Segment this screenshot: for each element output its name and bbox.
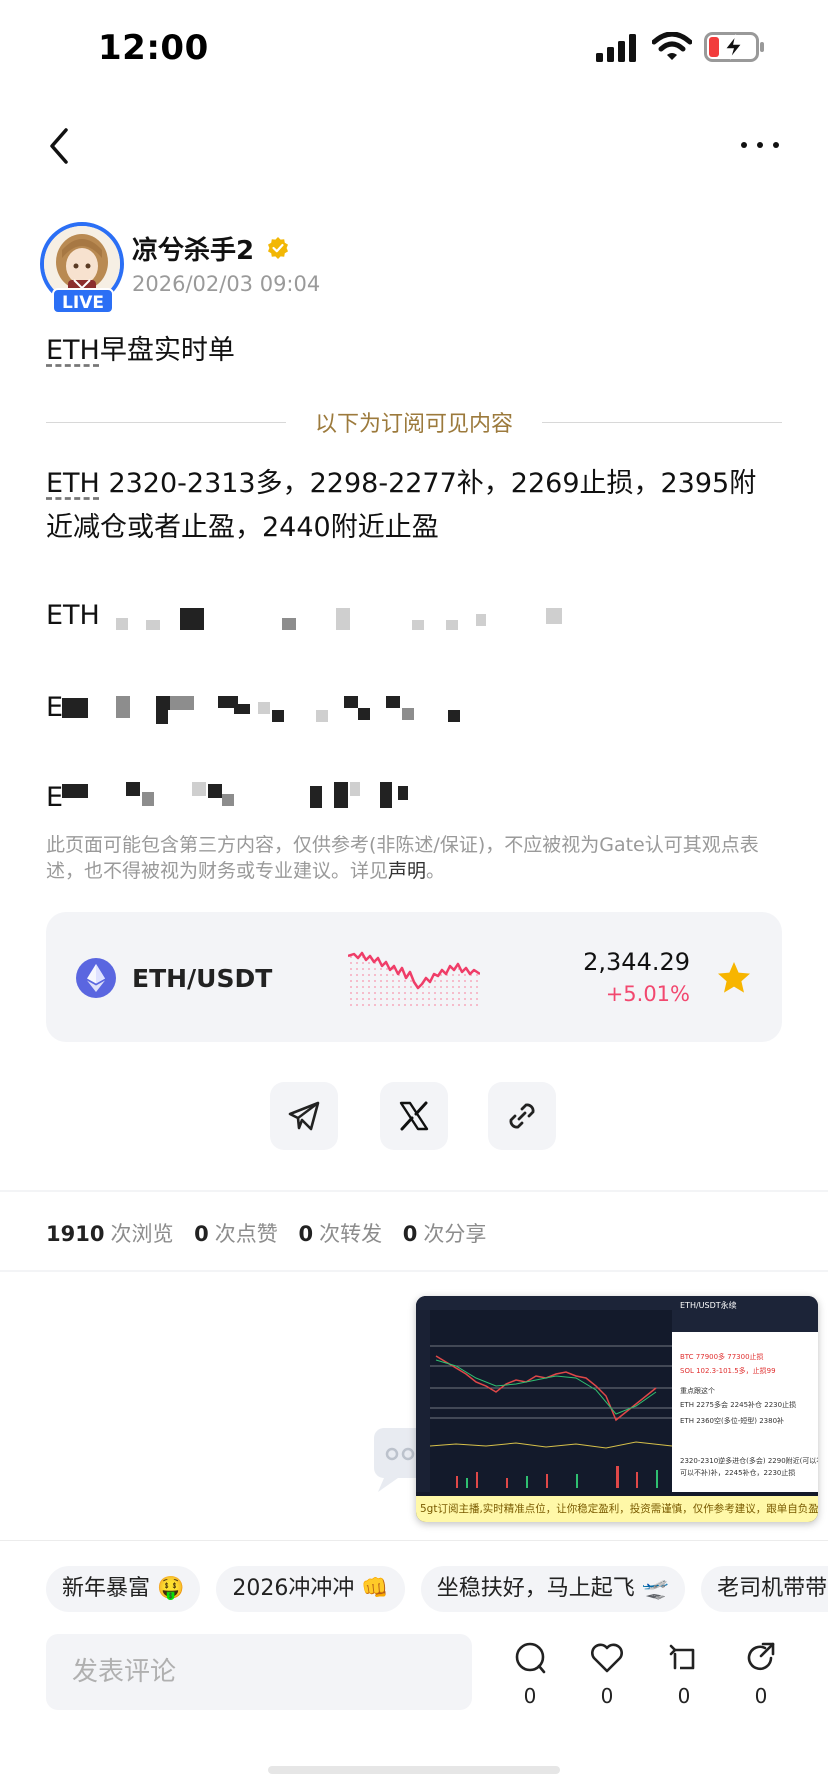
repost-button[interactable]: 0 [659, 1640, 709, 1720]
post-date: 2026/02/03 09:04 [132, 272, 321, 296]
wifi-icon [652, 32, 692, 60]
blurred-line-prefix: E [46, 782, 64, 813]
video-pair-title: ETH/USDT永续 [680, 1301, 737, 1310]
divider-line-right [542, 422, 782, 423]
bottom-bar-divider [0, 1540, 828, 1541]
link-icon [509, 1103, 535, 1129]
favorite-star-icon[interactable] [716, 960, 752, 996]
post-content: ETH 2320-2313多，2298-2277补，2269止损，2395附近减… [46, 462, 782, 550]
heart-icon [591, 1643, 623, 1673]
repost-count: 0 [677, 1684, 691, 1708]
cellular-signal-icon [596, 34, 636, 62]
status-bar: 12:00 [0, 0, 828, 100]
price-sparkline [348, 951, 480, 1008]
home-indicator [268, 1766, 560, 1774]
video-notes-panel: BTC 77900多 77300止损 SOL 102.3-101.5多，止损99… [672, 1332, 818, 1492]
telegram-icon [288, 1101, 320, 1131]
status-time: 12:00 [98, 28, 209, 68]
post-stats: 1910 次浏览 0 次点赞 0 次转发 0 次分享 [46, 1218, 500, 1248]
x-icon [399, 1101, 429, 1131]
stat-likes: 0 次点赞 [194, 1222, 278, 1246]
share-x-button[interactable] [380, 1082, 448, 1150]
live-badge: LIVE [52, 288, 114, 314]
title-ticker-term[interactable]: ETH [46, 335, 100, 366]
comment-count: 0 [523, 1684, 537, 1708]
video-caption: 5gt订阅主播,实时精准点位，让你稳定盈利，投资需谨慎，仅作参考建议，跟单自负盈… [416, 1496, 818, 1522]
author-name[interactable]: 凉兮杀手2 [132, 230, 254, 267]
verified-badge-icon [268, 237, 288, 259]
chip-quick-reply[interactable]: 坐稳扶好，马上起飞 🛫 [420, 1566, 686, 1612]
content-ticker-term[interactable]: ETH [46, 468, 100, 499]
like-count: 0 [600, 1684, 614, 1708]
blurred-line-2: E [46, 692, 606, 726]
comment-icon [515, 1642, 546, 1674]
blurred-line-1: ETH [46, 600, 606, 634]
share-row [270, 1082, 560, 1152]
ethereum-icon [76, 958, 116, 998]
ticker-price: 2,344.29 [583, 948, 690, 976]
video-chart-thumbnail [416, 1296, 672, 1492]
stat-reposts: 0 次转发 [298, 1222, 383, 1246]
more-options-icon[interactable] [738, 130, 782, 160]
like-button[interactable]: 0 [582, 1640, 632, 1720]
blurred-line-prefix: E [46, 692, 64, 723]
blurred-line-3: E [46, 782, 606, 816]
stat-shares: 0 次分享 [402, 1222, 487, 1246]
blurred-line-prefix: ETH [46, 600, 100, 631]
post-title: ETH早盘实时单 [46, 328, 235, 367]
share-link-button[interactable] [488, 1082, 556, 1150]
ticker-change: +5.01% [605, 982, 690, 1006]
section-divider-2 [0, 1270, 828, 1272]
chip-quick-reply[interactable]: 老司机带带我 [701, 1566, 828, 1612]
subscriber-divider: 以下为订阅可见内容 [46, 404, 782, 440]
title-text: 早盘实时单 [99, 335, 235, 366]
share-telegram-button[interactable] [270, 1082, 338, 1150]
ticker-symbol: ETH/USDT [132, 964, 273, 993]
disclaimer: 此页面可能包含第三方内容，仅供参考(非陈述/保证)，不应被视为Gate认可其观点… [46, 832, 776, 884]
share-count: 0 [754, 1684, 768, 1708]
live-video-preview[interactable]: ETH/USDT永续 BTC 77900多 77300止损 SOL 102.3-… [416, 1296, 818, 1522]
battery-charging-icon [704, 32, 764, 62]
quick-reply-chips: 新年暴富 🤑 2026冲冲冲 👊 坐稳扶好，马上起飞 🛫 老司机带带我 [46, 1566, 828, 1612]
back-icon[interactable] [42, 124, 78, 168]
content-text: 2320-2313多，2298-2277补，2269止损，2395附近减仓或者止… [46, 468, 757, 543]
section-divider [0, 1190, 828, 1192]
ticker-card[interactable]: ETH/USDT 2,344.29 +5.01% [46, 912, 782, 1042]
chip-quick-reply[interactable]: 2026冲冲冲 👊 [216, 1566, 405, 1612]
comment-button[interactable]: 0 [505, 1640, 555, 1720]
chip-quick-reply[interactable]: 新年暴富 🤑 [46, 1566, 201, 1612]
stat-views: 1910 次浏览 [46, 1222, 174, 1246]
comment-input[interactable] [46, 1634, 472, 1710]
repost-icon [669, 1644, 695, 1670]
share-button[interactable]: 0 [736, 1640, 786, 1720]
share-icon [747, 1642, 775, 1671]
disclaimer-statement-link[interactable]: 声明 [388, 860, 426, 882]
disclaimer-tail: 。 [426, 860, 446, 882]
